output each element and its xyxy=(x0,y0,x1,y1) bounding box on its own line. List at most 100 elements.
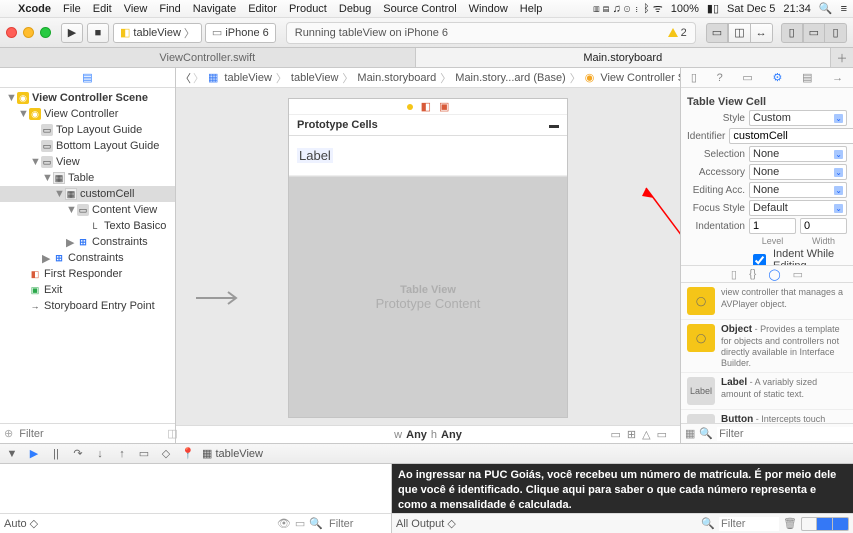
help-inspector-icon[interactable]: ? xyxy=(717,72,723,84)
outline-row[interactable]: ▼◉View Controller xyxy=(0,106,175,122)
media-lib-icon[interactable]: ▭ xyxy=(793,268,803,281)
hide-debug-icon[interactable]: ▼ xyxy=(4,446,20,462)
scene-dock[interactable]: ◧ ▣ xyxy=(289,99,567,115)
stop-button[interactable]: ■ xyxy=(87,23,109,43)
outline-row[interactable]: ▣Exit xyxy=(0,282,175,298)
indent-editing-check[interactable] xyxy=(753,254,766,266)
resize-icon[interactable]: ▭ xyxy=(657,428,667,441)
breakpoints-icon[interactable]: ▶ xyxy=(26,446,42,462)
auto-scope-popup[interactable]: Auto ◇ xyxy=(4,517,38,530)
show-vars-button[interactable] xyxy=(801,517,817,531)
tab-storyboard[interactable]: Main.storyboard xyxy=(416,48,832,67)
menu-view[interactable]: View xyxy=(124,3,148,15)
scheme-target[interactable]: ◧ tableView 〉 xyxy=(113,23,202,43)
view-controller-canvas[interactable]: ◧ ▣ Prototype Cells ▬ Label Table View P… xyxy=(288,98,568,418)
menu-extra-icon[interactable]: ≡ xyxy=(841,3,847,15)
zoom-window-icon[interactable] xyxy=(40,27,51,38)
minimize-window-icon[interactable] xyxy=(23,27,34,38)
vc-dock-icon[interactable] xyxy=(407,104,413,110)
quicklook-icon[interactable]: 👁 xyxy=(277,517,291,530)
step-out-icon[interactable]: ↑ xyxy=(114,446,130,462)
attributes-inspector-icon[interactable]: ⚙ xyxy=(773,71,783,84)
outline-row[interactable]: →Storyboard Entry Point xyxy=(0,298,175,314)
trash-icon[interactable]: 🗑 xyxy=(783,517,797,530)
process-popup[interactable]: ▦ tableView xyxy=(202,447,263,460)
size-class-bar[interactable]: wAny hAny ▭ ⊞ △ ▭ xyxy=(176,425,680,443)
library-item[interactable]: LabelLabel - A variably sized amount of … xyxy=(681,373,853,410)
outline-nav-icon[interactable]: ▤ xyxy=(81,71,95,85)
tab-viewcontroller[interactable]: ViewController.swift xyxy=(0,48,416,67)
pin-icon[interactable]: ⊞ xyxy=(627,428,636,441)
menu-window[interactable]: Window xyxy=(469,3,508,15)
code-snippet-lib-icon[interactable]: {} xyxy=(749,268,756,280)
new-tab-button[interactable]: ＋ xyxy=(831,48,853,67)
toggle-navigator-button[interactable]: ▯ xyxy=(781,23,803,43)
step-over-icon[interactable]: ↷ xyxy=(70,446,86,462)
location-icon[interactable]: 📍 xyxy=(180,446,196,462)
menu-editor[interactable]: Editor xyxy=(248,3,277,15)
outline-row[interactable]: ▼▦customCell xyxy=(0,186,175,202)
size-inspector-icon[interactable]: ▤ xyxy=(802,71,812,84)
outline-row[interactable]: ▶⊞Constraints xyxy=(0,234,175,250)
toggle-debug-button[interactable]: ▭ xyxy=(803,23,825,43)
cell-label[interactable]: Label xyxy=(297,148,333,163)
identity-inspector-icon[interactable]: ▭ xyxy=(742,71,752,84)
memory-icon[interactable]: ◇ xyxy=(158,446,174,462)
menu-file[interactable]: File xyxy=(63,3,81,15)
outline-row[interactable]: LTexto Basico xyxy=(0,218,175,234)
menu-source-control[interactable]: Source Control xyxy=(383,3,456,15)
continue-icon[interactable]: || xyxy=(48,446,64,462)
library-item[interactable]: ◯Object - Provides a template for object… xyxy=(681,320,853,373)
library-filter-input[interactable] xyxy=(717,427,853,441)
indent-level-field[interactable] xyxy=(749,218,796,234)
run-button[interactable]: ▶ xyxy=(61,23,83,43)
outline-row[interactable]: ▶⊞Constraints xyxy=(0,250,175,266)
toggle-utilities-button[interactable]: ▯ xyxy=(825,23,847,43)
show-both-button[interactable] xyxy=(817,517,833,531)
first-responder-dock-icon[interactable]: ◧ xyxy=(421,100,431,113)
jump-back-icon[interactable]: 〈 xyxy=(180,70,191,86)
lib-grid-icon[interactable]: ▦ xyxy=(685,427,695,440)
menu-help[interactable]: Help xyxy=(520,3,543,15)
accessory-popup[interactable]: None⌄ xyxy=(749,164,847,180)
spotlight-icon[interactable]: 🔍 xyxy=(819,2,833,15)
menu-edit[interactable]: Edit xyxy=(93,3,112,15)
scheme-device[interactable]: ▭ iPhone 6 xyxy=(205,23,276,43)
editor-assistant-button[interactable]: ◫ xyxy=(728,23,750,43)
outline-row[interactable]: ▭Top Layout Guide xyxy=(0,122,175,138)
ib-canvas[interactable]: ◧ ▣ Prototype Cells ▬ Label Table View P… xyxy=(176,88,680,425)
indent-width-field[interactable] xyxy=(800,218,847,234)
jump-bar[interactable]: 〈 〉 ▦ tableView〉 tableView〉 Main.storybo… xyxy=(176,68,680,88)
show-console-button[interactable] xyxy=(833,517,849,531)
outline-row[interactable]: ▭Bottom Layout Guide xyxy=(0,138,175,154)
object-library[interactable]: ◯view controller that manages a AVPlayer… xyxy=(681,283,853,423)
print-icon[interactable]: ▭ xyxy=(295,517,305,530)
menu-product[interactable]: Product xyxy=(289,3,327,15)
outline-row[interactable]: ◧First Responder xyxy=(0,266,175,282)
console-output[interactable]: Ao ingressar na PUC Goiás, você recebeu … xyxy=(392,464,853,513)
menu-navigate[interactable]: Navigate xyxy=(193,3,236,15)
selection-popup[interactable]: None⌄ xyxy=(749,146,847,162)
scene-root[interactable]: ▼◉View Controller Scene xyxy=(0,90,175,106)
output-popup[interactable]: All Output ◇ xyxy=(396,517,456,530)
identifier-field[interactable] xyxy=(729,128,853,144)
focus-popup[interactable]: Default⌄ xyxy=(749,200,847,216)
editor-standard-button[interactable]: ▭ xyxy=(706,23,728,43)
outline-tree[interactable]: ▼◉View Controller Scene ▼◉View Controlle… xyxy=(0,88,175,423)
resolve-icon[interactable]: △ xyxy=(642,428,650,441)
exit-dock-icon[interactable]: ▣ xyxy=(439,100,449,113)
connections-inspector-icon[interactable]: → xyxy=(832,72,843,84)
jump-fwd-icon[interactable]: 〉 xyxy=(193,70,204,86)
menu-debug[interactable]: Debug xyxy=(339,3,371,15)
editor-version-button[interactable]: ↔ xyxy=(751,23,773,43)
step-in-icon[interactable]: ↓ xyxy=(92,446,108,462)
variables-view[interactable]: Auto ◇ 👁 ▭ 🔍 xyxy=(0,464,392,533)
menu-app[interactable]: Xcode xyxy=(18,3,51,15)
view-debug-icon[interactable]: ▭ xyxy=(136,446,152,462)
file-inspector-icon[interactable]: ▯ xyxy=(691,71,697,84)
outline-row[interactable]: ▼▦Table xyxy=(0,170,175,186)
outline-row[interactable]: ▼▭View xyxy=(0,154,175,170)
menu-find[interactable]: Find xyxy=(159,3,180,15)
console-filter-input[interactable] xyxy=(719,517,779,531)
outline-row[interactable]: ▼▭Content View xyxy=(0,202,175,218)
